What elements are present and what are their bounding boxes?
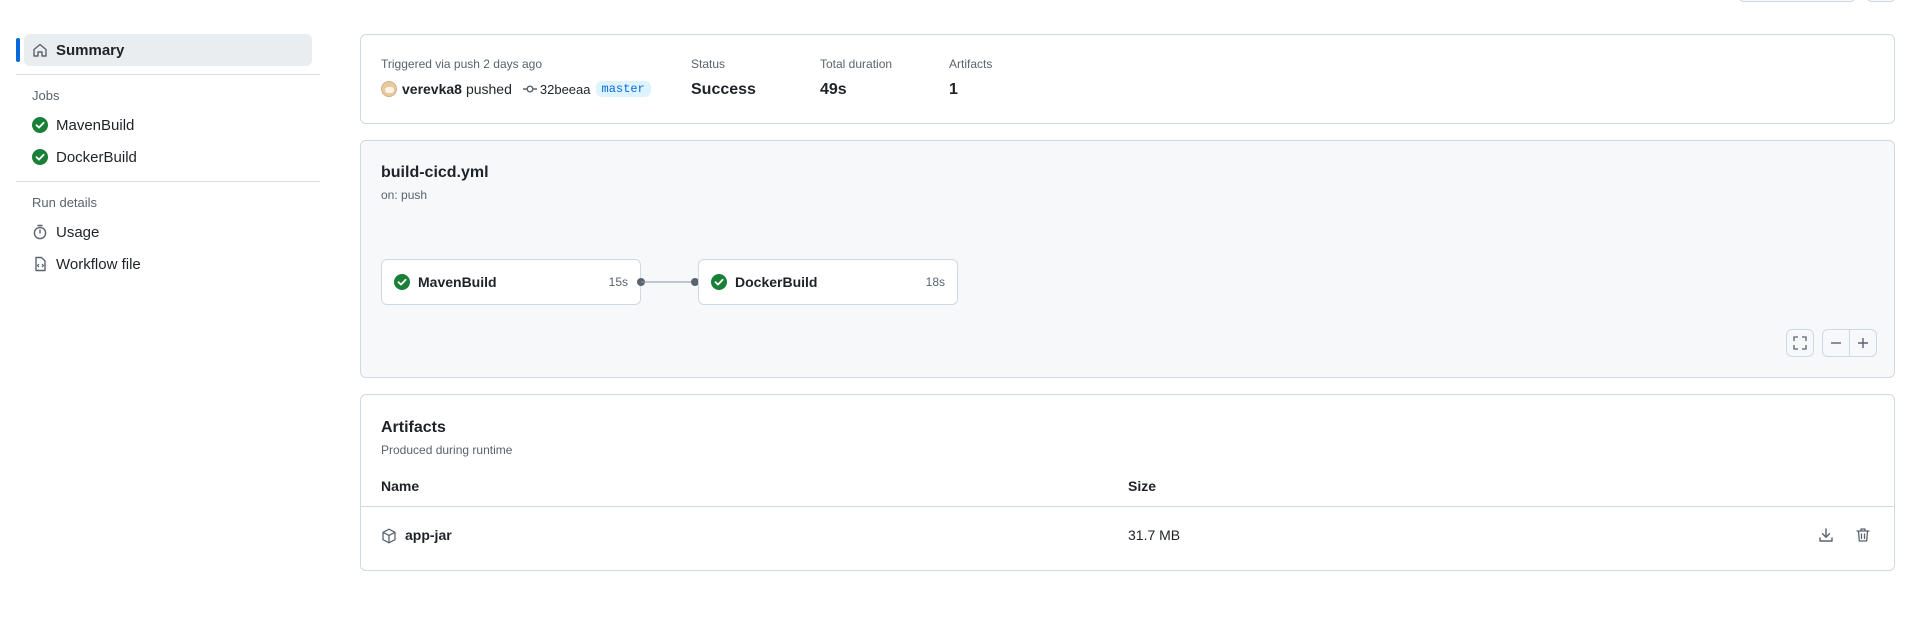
delete-button[interactable]: [1855, 527, 1871, 548]
file-code-icon: [32, 256, 48, 272]
duration-label: Total duration: [820, 57, 893, 71]
download-icon: [1819, 528, 1833, 542]
action-text: pushed: [465, 81, 512, 97]
sidebar-item-label: MavenBuild: [56, 116, 135, 134]
column-header-name: Name: [381, 478, 420, 494]
divider: [16, 181, 320, 182]
artifacts-value[interactable]: 1: [949, 81, 958, 99]
actor-link[interactable]: verevka8: [402, 81, 462, 97]
check-circle-icon: [394, 274, 410, 290]
status-label: Status: [691, 57, 726, 71]
check-circle-icon: [711, 274, 727, 290]
workflow-file-title[interactable]: build-cicd.yml: [381, 164, 489, 182]
sidebar-item-workflow-file[interactable]: Workflow file: [16, 248, 320, 280]
job-node-mavenbuild[interactable]: MavenBuild 15s: [381, 259, 641, 305]
download-button[interactable]: [1818, 527, 1834, 548]
zoom-in-button[interactable]: [1849, 329, 1877, 357]
divider: [16, 74, 320, 75]
artifacts-subtitle: Produced during runtime: [381, 443, 513, 457]
sidebar-item-mavenbuild[interactable]: MavenBuild: [16, 109, 320, 141]
table-row: app-jar 31.7 MB: [361, 508, 1894, 566]
zoom-out-button[interactable]: [1822, 329, 1850, 357]
column-header-size: Size: [1128, 478, 1157, 494]
job-name: MavenBuild: [418, 274, 497, 290]
status-value: Success: [691, 81, 756, 98]
home-icon: [32, 42, 48, 58]
artifact-name-link[interactable]: app-jar: [405, 527, 452, 543]
fullscreen-button[interactable]: [1786, 329, 1814, 357]
package-icon: [381, 528, 397, 549]
sidebar-item-label: Usage: [56, 223, 100, 241]
stopwatch-icon: [32, 224, 48, 240]
job-name: DockerBuild: [735, 274, 818, 290]
plus-icon: [1858, 338, 1868, 348]
check-circle-icon: [32, 117, 48, 133]
job-duration: 18s: [925, 275, 945, 289]
sidebar-item-dockerbuild[interactable]: DockerBuild: [16, 141, 320, 173]
artifacts-title: Artifacts: [381, 419, 446, 436]
branch-badge[interactable]: master: [595, 81, 651, 97]
run-summary-card: Triggered via push 2 days ago verevka8 p…: [360, 34, 1895, 124]
job-connector: [637, 278, 699, 286]
check-circle-icon: [32, 149, 48, 165]
trash-icon: [1856, 528, 1870, 542]
avatar[interactable]: [381, 81, 397, 97]
git-commit-icon: [522, 81, 538, 97]
workflow-graph-card: build-cicd.yml on: push MavenBuild 15s D…: [360, 140, 1895, 378]
sidebar-item-summary[interactable]: Summary: [16, 34, 312, 66]
jobs-heading: Jobs: [32, 88, 60, 103]
fullscreen-icon: [1793, 336, 1807, 350]
minus-icon: [1831, 342, 1841, 344]
duration-value[interactable]: 49s: [820, 81, 847, 99]
artifact-size: 31.7 MB: [1128, 527, 1181, 543]
commit-info: verevka8 pushed 32beeaa master: [381, 81, 651, 97]
commit-link[interactable]: 32beeaa: [540, 82, 591, 97]
sidebar-item-usage[interactable]: Usage: [16, 216, 320, 248]
sidebar-item-label: Summary: [56, 41, 125, 59]
workflow-trigger: on: push: [381, 188, 428, 202]
sidebar: Summary Jobs MavenBuild DockerBuild Run …: [16, 34, 320, 280]
run-details-heading: Run details: [32, 195, 98, 210]
sidebar-item-label: Workflow file: [56, 255, 141, 273]
job-node-dockerbuild[interactable]: DockerBuild 18s: [698, 259, 958, 305]
artifacts-table-header: Name Size: [361, 471, 1894, 507]
artifacts-label: Artifacts: [949, 57, 993, 71]
trigger-text: Triggered via push 2 days ago: [381, 57, 542, 71]
sidebar-item-label: DockerBuild: [56, 148, 137, 166]
top-menu-button[interactable]: [1866, 0, 1896, 2]
top-action-button[interactable]: [1738, 0, 1856, 2]
artifacts-card: Artifacts Produced during runtime Name S…: [360, 394, 1895, 571]
job-duration: 15s: [608, 275, 628, 289]
